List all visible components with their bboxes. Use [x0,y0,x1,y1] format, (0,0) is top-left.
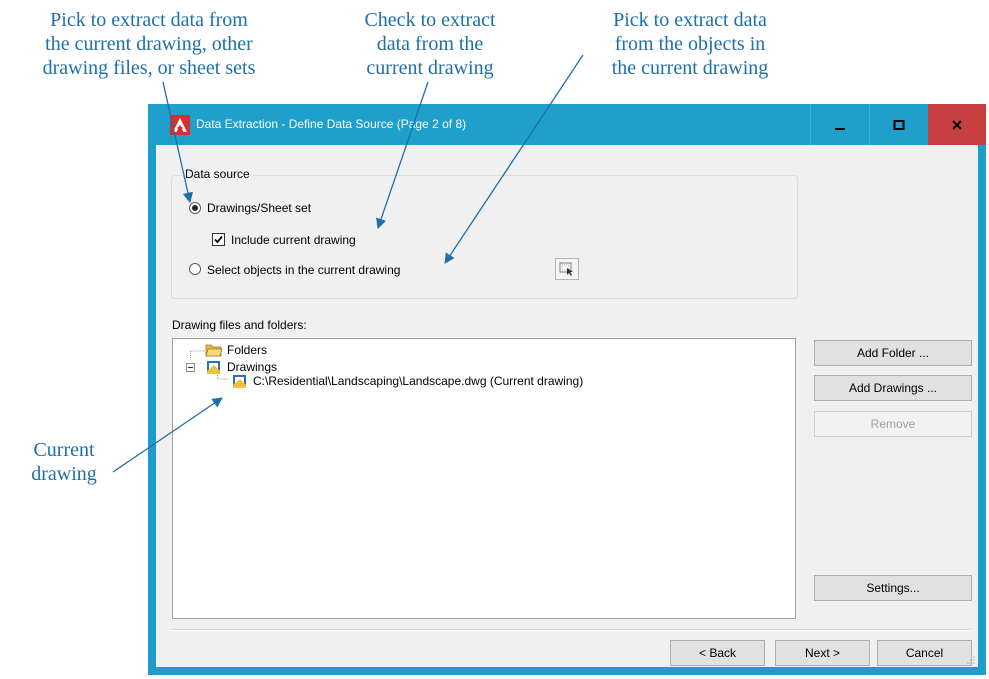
drawing-file-icon [233,375,246,388]
minimize-button[interactable] [810,104,869,145]
select-objects-label[interactable]: Select objects in the current drawing [207,263,400,277]
select-objects-button[interactable] [555,258,579,280]
callout-line: Current [33,439,95,461]
data-extraction-dialog: Data Extraction - Define Data Source (Pa… [148,104,986,675]
back-button[interactable]: < Back [670,640,765,666]
callout-line: the current drawing, other [45,33,253,55]
dialog-client-area: Data source Drawings/Sheet set Include c… [156,145,978,667]
callout-line: drawing files, or sheet sets [42,57,256,79]
drawings-icon [207,361,220,374]
settings-button[interactable]: Settings... [814,575,972,601]
callout-line: Pick to extract data [613,9,767,31]
callout-line: the current drawing [611,57,769,79]
select-objects-icon [559,262,573,276]
drawings-sheet-set-label[interactable]: Drawings/Sheet set [207,201,311,215]
tree-lines [190,350,229,380]
callout-data-source: Pick to extract data from the current dr… [4,8,294,80]
next-button[interactable]: Next > [775,640,870,666]
select-objects-radio[interactable] [189,263,201,275]
include-current-drawing-label[interactable]: Include current drawing [231,233,356,247]
window-title: Data Extraction - Define Data Source (Pa… [196,117,467,131]
data-source-legend: Data source [182,167,253,181]
drawing-files-tree[interactable]: Folders Drawings C:\Residential\Landscap… [172,338,796,619]
callout-line: Check to extract [364,9,496,31]
add-drawings-button[interactable]: Add Drawings ... [814,375,972,401]
include-current-drawing-checkbox[interactable] [212,233,225,246]
callout-line: drawing [31,463,97,485]
callout-include-current: Check to extract data from the current d… [330,8,530,80]
maximize-icon [893,119,905,130]
cancel-button[interactable]: Cancel [877,640,972,666]
close-icon [952,119,962,130]
tree-collapse-icon[interactable] [186,363,195,372]
maximize-button[interactable] [869,104,928,145]
callout-line: from the objects in [614,33,766,55]
tree-item-drawings[interactable]: Drawings [227,360,277,374]
callout-current-drawing: Current drawing [14,438,114,486]
minimize-icon [835,127,845,130]
autocad-logo-icon [170,115,190,135]
callout-select-objects: Pick to extract data from the objects in… [575,8,805,80]
checkmark-icon [214,235,223,244]
drawing-files-label: Drawing files and folders: [172,318,307,332]
add-folder-button[interactable]: Add Folder ... [814,340,972,366]
callout-line: data from the [376,33,484,55]
callout-line: Pick to extract data from [50,9,248,31]
tree-item-current-file[interactable]: C:\Residential\Landscaping\Landscape.dwg… [253,374,583,388]
close-button[interactable] [928,104,986,145]
resize-grip-icon[interactable] [966,655,976,665]
title-bar[interactable]: Data Extraction - Define Data Source (Pa… [148,104,986,145]
drawings-sheet-set-radio[interactable] [189,202,201,214]
callout-line: current drawing [366,57,494,79]
remove-button[interactable]: Remove [814,411,972,437]
folder-icon [205,344,223,357]
tree-item-folders[interactable]: Folders [227,343,267,357]
button-separator [171,629,971,631]
